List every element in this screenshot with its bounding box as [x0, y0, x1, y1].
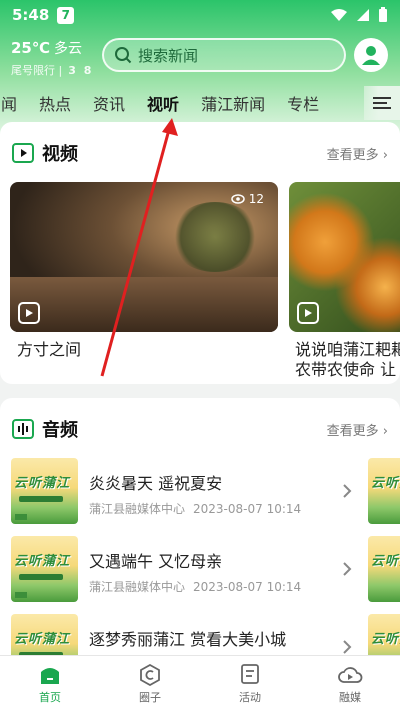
- chevron-right-icon: [343, 640, 352, 654]
- bottom-navigation: 首页 圈子 活动 融媒: [0, 655, 400, 711]
- weather-temp: 25℃ 多云: [11, 39, 83, 57]
- status-bar: 5:48 7: [0, 0, 400, 30]
- channel-tabs: 闻 热点 资讯 视听 蒲江新闻 专栏: [0, 86, 400, 120]
- menu-icon: [373, 97, 391, 109]
- weather-desc: 多云: [54, 41, 83, 57]
- chevron-right-icon: [343, 484, 352, 498]
- tab-hot[interactable]: 热点: [28, 91, 82, 115]
- app-notification-icon: 7: [57, 6, 75, 24]
- audio-see-more[interactable]: 查看更多 ›: [327, 420, 388, 439]
- video-section: 视频 查看更多 › 12 方寸之间 说说咱蒲江耙耙柑… 农带农使命 让: [0, 122, 400, 384]
- video-section-header: 视频: [12, 140, 78, 166]
- traffic-limit: 尾号限行 | 3 8: [11, 64, 94, 77]
- play-icon: [18, 302, 40, 324]
- audio-thumbnail: 云听蒲江: [368, 458, 400, 524]
- audio-section: 音频 查看更多 › 云听蒲江 炎炎暑天 遥祝夏安 蒲江县融媒体中心 2023-08…: [0, 398, 400, 668]
- audio-section-header: 音频: [12, 416, 78, 442]
- video-title[interactable]: 方寸之间: [17, 340, 81, 360]
- user-icon: [362, 46, 380, 65]
- audio-title: 炎炎暑天 遥祝夏安: [89, 474, 223, 493]
- video-thumbnail[interactable]: 12: [10, 182, 278, 332]
- video-see-more[interactable]: 查看更多 ›: [327, 144, 388, 163]
- video-section-title: 视频: [42, 144, 78, 165]
- eye-icon: [230, 194, 245, 204]
- avatar-button[interactable]: [354, 38, 388, 72]
- tab-news[interactable]: 闻: [0, 91, 28, 115]
- status-time: 5:48: [12, 6, 50, 24]
- battery-icon: [379, 7, 387, 22]
- activity-icon: [241, 664, 259, 684]
- view-count: 12: [230, 192, 264, 206]
- audio-meta: 蒲江县融媒体中心 2023-08-07 10:14: [89, 580, 302, 594]
- nav-activity[interactable]: 活动: [200, 656, 300, 711]
- chevron-right-icon: [343, 562, 352, 576]
- audio-thumbnail: 云听蒲江: [368, 536, 400, 602]
- video-section-icon: [12, 143, 34, 163]
- audio-thumbnail: 云听蒲江: [11, 458, 78, 524]
- channel-menu-button[interactable]: [364, 86, 400, 120]
- search-input[interactable]: 搜索新闻: [102, 38, 346, 72]
- tab-column[interactable]: 专栏: [276, 91, 330, 115]
- play-icon: [297, 302, 319, 324]
- audio-section-icon: [12, 419, 34, 439]
- nav-circle[interactable]: 圈子: [100, 656, 200, 711]
- audio-list-item[interactable]: 云听蒲江 又遇端午 又忆母亲 蒲江县融媒体中心 2023-08-07 10:14 …: [0, 536, 400, 616]
- home-icon: [41, 668, 59, 684]
- audio-section-title: 音频: [42, 420, 78, 441]
- audio-title: 逐梦秀丽蒲江 赏看大美小城: [89, 630, 287, 649]
- circle-icon: [140, 664, 160, 686]
- search-icon: [115, 47, 132, 64]
- wifi-icon: [331, 9, 347, 21]
- tab-info[interactable]: 资讯: [82, 91, 136, 115]
- tab-audiovisual[interactable]: 视听: [136, 91, 190, 115]
- nav-home[interactable]: 首页: [0, 656, 100, 711]
- nav-media[interactable]: 融媒: [300, 656, 400, 711]
- cloud-media-icon: [338, 667, 363, 683]
- audio-list-item[interactable]: 云听蒲江 炎炎暑天 遥祝夏安 蒲江县融媒体中心 2023-08-07 10:14 …: [0, 458, 400, 538]
- audio-meta: 蒲江县融媒体中心 2023-08-07 10:14: [89, 502, 302, 516]
- audio-thumbnail: 云听蒲江: [11, 536, 78, 602]
- tab-pujiang-news[interactable]: 蒲江新闻: [190, 91, 276, 115]
- audio-title: 又遇端午 又忆母亲: [89, 552, 223, 571]
- weather-widget[interactable]: 25℃ 多云 尾号限行 | 3 8: [11, 38, 93, 78]
- video-title[interactable]: 说说咱蒲江耙耙柑… 农带农使命 让: [295, 340, 400, 380]
- signal-icon: [357, 9, 369, 21]
- video-thumbnail[interactable]: [289, 182, 400, 332]
- search-placeholder: 搜索新闻: [138, 46, 199, 65]
